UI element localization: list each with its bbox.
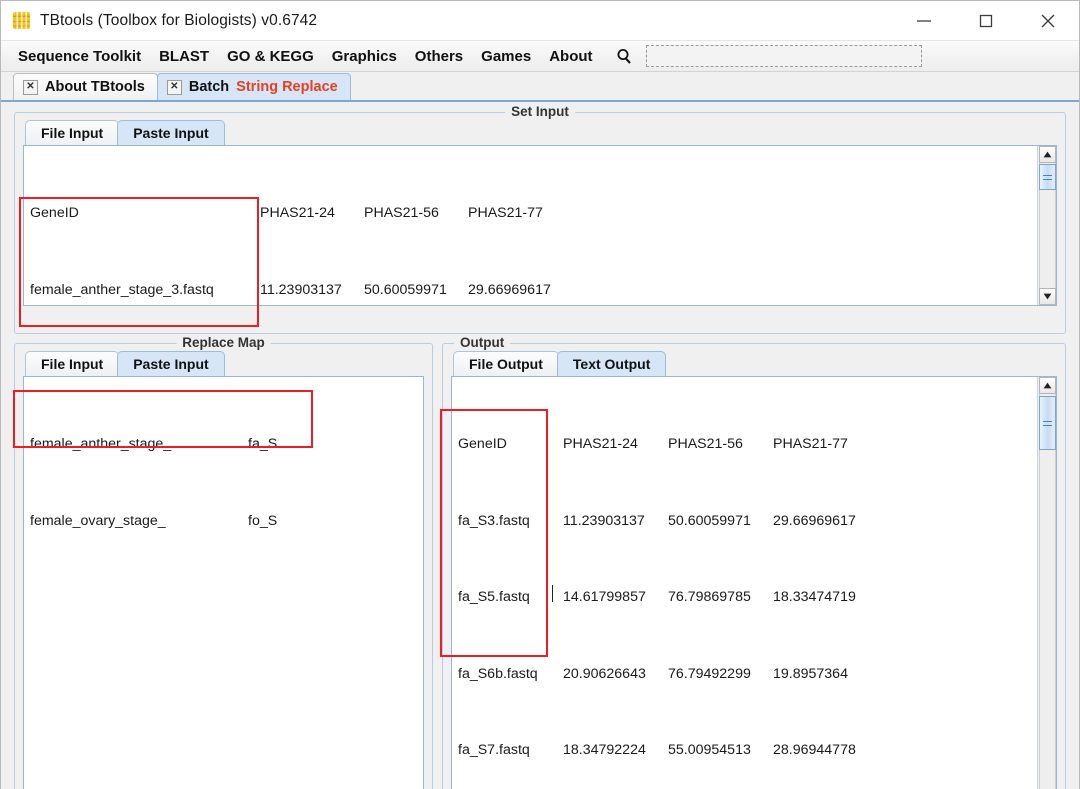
- cell: 11.23903137: [260, 281, 342, 298]
- cell: female_ovary_stage_: [30, 512, 166, 529]
- tab-paste-input[interactable]: Paste Input: [117, 351, 225, 376]
- cell: 18.34792224: [563, 742, 646, 758]
- grip-icon: [1043, 420, 1052, 426]
- cell: PHAS21-56: [668, 436, 743, 452]
- cell: 18.33474719: [773, 589, 856, 605]
- cell: 29.66969617: [468, 281, 551, 298]
- cell: 76.79492299: [668, 665, 751, 682]
- output-tabs: File Output Text Output: [443, 344, 1065, 376]
- tbtools-window: TBtools (Toolbox for Biologists) v0.6742…: [0, 0, 1080, 789]
- cell: fa_S: [248, 436, 278, 452]
- cell: 20.90626643: [563, 665, 646, 682]
- replace-map-panel: Replace Map File Input Paste Input femal…: [13, 335, 433, 789]
- title-bar: TBtools (Toolbox for Biologists) v0.6742: [1, 1, 1079, 41]
- tab-file-output[interactable]: File Output: [453, 351, 559, 376]
- cell: fa_S3.fastq: [458, 512, 530, 529]
- cell: fa_S6b.fastq: [458, 665, 538, 682]
- cell: 76.79869785: [668, 589, 751, 605]
- menu-blast[interactable]: BLAST: [150, 48, 218, 65]
- menu-sequence-toolkit[interactable]: Sequence Toolkit: [9, 48, 150, 65]
- scroll-down-icon[interactable]: [1038, 288, 1056, 305]
- cell: fa_S7.fastq: [458, 742, 530, 758]
- cell: 11.23903137: [563, 512, 645, 529]
- scroll-track[interactable]: [1038, 394, 1056, 789]
- main-content: Set Input File Input Paste Input GeneID P…: [1, 102, 1079, 789]
- cell: 28.96944778: [773, 742, 856, 758]
- set-input-tabs: File Input Paste Input: [15, 113, 1065, 145]
- tab-file-input[interactable]: File Input: [25, 351, 120, 376]
- set-input-vertical-scrollbar[interactable]: [1037, 146, 1056, 305]
- tab-text-output[interactable]: Text Output: [556, 351, 667, 376]
- cell: 55.00954513: [668, 742, 751, 758]
- menu-bar: Sequence Toolkit BLAST GO & KEGG Graphic…: [1, 41, 1079, 72]
- scroll-up-icon[interactable]: [1038, 377, 1056, 394]
- replace-map-text[interactable]: female_anther_stage_ fa_S female_ovary_st…: [24, 377, 423, 789]
- doc-tab-label: Batch: [188, 79, 230, 95]
- menu-graphics[interactable]: Graphics: [323, 48, 406, 65]
- search-input[interactable]: [645, 45, 922, 67]
- cell: 19.8957364: [773, 665, 848, 682]
- cell: PHAS21-24: [563, 436, 638, 452]
- minimize-button[interactable]: [893, 1, 955, 41]
- cell: female_anther_stage_: [30, 436, 172, 452]
- set-input-panel: Set Input File Input Paste Input GeneID P…: [14, 104, 1066, 334]
- menu-others[interactable]: Others: [406, 48, 472, 65]
- close-button[interactable]: [1017, 1, 1079, 41]
- window-controls: [893, 1, 1079, 41]
- document-tab-strip: ✕ About TBtools ✕ Batch String Replace: [1, 72, 1079, 102]
- cell: 29.66969617: [773, 512, 856, 529]
- replace-map-textarea-pane[interactable]: female_anther_stage_ fa_S female_ovary_st…: [23, 376, 424, 789]
- cell: 50.60059971: [364, 281, 447, 298]
- output-vertical-scrollbar[interactable]: [1037, 377, 1056, 789]
- cell: fa_S5.fastq: [458, 589, 530, 605]
- doc-tab-about-tbtools[interactable]: ✕ About TBtools: [13, 73, 158, 100]
- window-title: TBtools (Toolbox for Biologists) v0.6742: [40, 11, 318, 29]
- menu-about[interactable]: About: [540, 48, 601, 65]
- doc-tab-batch-string-replace[interactable]: ✕ Batch String Replace: [156, 73, 351, 100]
- scroll-up-icon[interactable]: [1038, 146, 1056, 163]
- text-caret: [552, 585, 553, 602]
- replace-map-tabs: File Input Paste Input: [15, 344, 432, 376]
- search-icon[interactable]: [616, 48, 633, 65]
- menu-go-kegg[interactable]: GO & KEGG: [218, 48, 323, 65]
- grip-icon: [1043, 174, 1052, 180]
- output-textarea-pane[interactable]: GeneID PHAS21-24 PHAS21-56 PHAS21-77 fa_S3.…: [451, 376, 1057, 789]
- close-icon[interactable]: ✕: [166, 79, 182, 95]
- doc-tab-label-accent: String Replace: [236, 79, 338, 95]
- close-icon[interactable]: ✕: [23, 79, 38, 95]
- middle-row: Replace Map File Input Paste Input femal…: [13, 335, 1066, 789]
- cell: female_anther_stage_3.fastq: [30, 281, 214, 298]
- cell: GeneID: [458, 436, 507, 452]
- doc-tab-label: About TBtools: [45, 79, 145, 95]
- cell: GeneID: [30, 205, 79, 221]
- set-input-textarea-pane[interactable]: GeneID PHAS21-24 PHAS21-56 PHAS21-77 female…: [23, 145, 1057, 306]
- cell: PHAS21-56: [364, 205, 439, 221]
- cell: 14.61799857: [563, 589, 646, 605]
- menu-games[interactable]: Games: [472, 48, 540, 65]
- set-input-text[interactable]: GeneID PHAS21-24 PHAS21-56 PHAS21-77 female…: [24, 146, 1037, 305]
- cell: 50.60059971: [668, 512, 751, 529]
- output-panel: Output File Output Text Output GeneID PHA…: [440, 335, 1066, 789]
- cell: fo_S: [248, 512, 278, 529]
- tab-file-input[interactable]: File Input: [25, 120, 120, 145]
- cell: PHAS21-77: [773, 436, 848, 452]
- output-text[interactable]: GeneID PHAS21-24 PHAS21-56 PHAS21-77 fa_S3.…: [452, 377, 1037, 789]
- scroll-thumb[interactable]: [1039, 396, 1056, 450]
- tab-paste-input[interactable]: Paste Input: [117, 120, 225, 145]
- tbtools-app-icon: [13, 12, 30, 29]
- cell: PHAS21-24: [260, 205, 335, 221]
- cell: PHAS21-77: [468, 205, 543, 221]
- maximize-button[interactable]: [955, 1, 1017, 41]
- scroll-thumb[interactable]: [1039, 164, 1056, 190]
